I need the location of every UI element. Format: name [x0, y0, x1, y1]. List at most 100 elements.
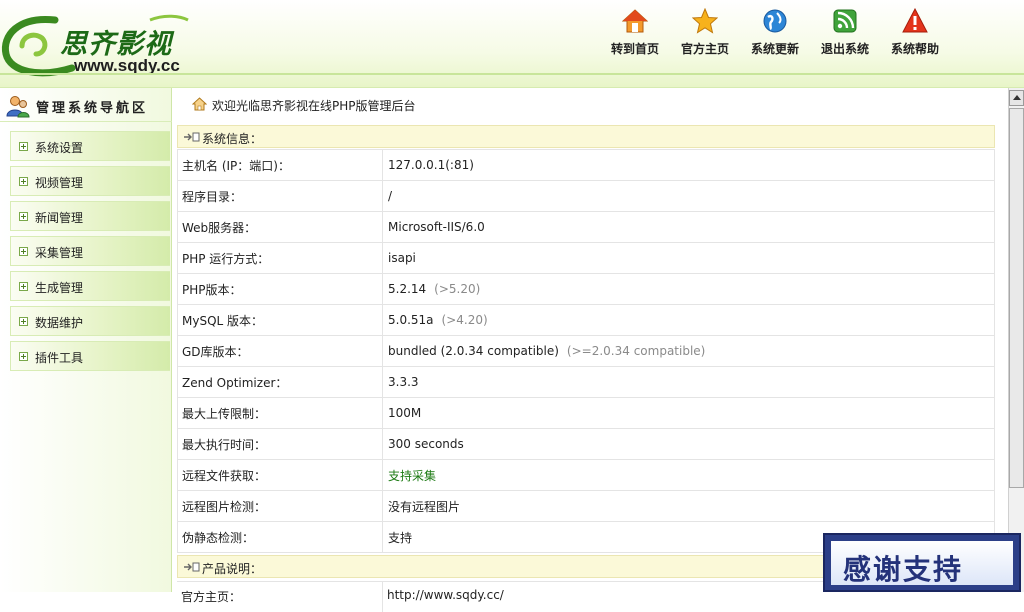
arrow-doc-icon	[184, 132, 200, 142]
arrow-doc-icon	[184, 562, 200, 572]
home-icon	[622, 9, 648, 33]
sidebar-item-data-maintenance[interactable]: 数据维护	[10, 306, 170, 336]
nav-help-button[interactable]: 系统帮助	[880, 8, 950, 60]
expand-icon	[19, 177, 28, 186]
info-value-cell: isapi	[382, 242, 995, 274]
breadcrumb-text: 欢迎光临思齐影视在线PHP版管理后台	[212, 99, 416, 113]
info-value: /	[388, 189, 393, 203]
info-value-cell: 127.0.0.1(:81)	[382, 149, 995, 181]
info-value-cell: 5.2.14 (>5.20)	[382, 273, 995, 305]
info-key: 官方主页：	[181, 590, 242, 604]
top-nav: 转到首页 官方主页 系统更新 退出系统 系统帮助	[600, 8, 950, 60]
table-row: MySQL 版本： 5.0.51a (>4.20)	[177, 304, 995, 336]
table-row: 最大上传限制： 100M	[177, 397, 995, 429]
nav-update-button[interactable]: 系统更新	[740, 8, 810, 60]
info-value: http://www.sqdy.cc/	[387, 588, 504, 602]
info-value: bundled (2.0.34 compatible)	[388, 344, 559, 358]
info-key: GD库版本：	[177, 335, 383, 367]
sidebar-title: 管理系统导航区	[36, 101, 149, 116]
table-row: Web服务器： Microsoft-IIS/6.0	[177, 211, 995, 243]
vertical-scrollbar[interactable]	[1008, 88, 1024, 592]
info-value-cell: 100M	[382, 397, 995, 429]
header: 思齐影视 www.sqdy.cc 转到首页 官方主页 系统更新 退出系统 系统帮…	[0, 0, 1024, 88]
product-info-title: 产品说明：	[202, 562, 263, 576]
info-key: PHP 运行方式：	[177, 242, 383, 274]
info-value-cell: 5.0.51a (>4.20)	[382, 304, 995, 336]
nav-home-label: 转到首页	[610, 42, 659, 56]
info-hint: (>=2.0.34 compatible)	[566, 344, 706, 358]
logo[interactable]: 思齐影视 www.sqdy.cc	[0, 6, 200, 80]
system-info-header: 系统信息：	[177, 125, 995, 148]
main-content: 欢迎光临思齐影视在线PHP版管理后台 系统信息： 主机名 (IP：端口)： 127…	[172, 88, 1008, 612]
system-info-table: 主机名 (IP：端口)： 127.0.0.1(:81) 程序目录： / Web服务器： M…	[177, 149, 995, 553]
info-value: 300 seconds	[388, 437, 464, 451]
table-row: 最大执行时间： 300 seconds	[177, 428, 995, 460]
home-small-icon	[192, 97, 207, 111]
thanks-badge[interactable]: 感谢支持	[823, 533, 1021, 592]
sidebar-item-generate-management[interactable]: 生成管理	[10, 271, 170, 301]
warning-icon	[902, 8, 928, 33]
scroll-up-arrow-icon[interactable]	[1009, 90, 1024, 106]
expand-icon	[19, 142, 28, 151]
info-value-cell: Microsoft-IIS/6.0	[382, 211, 995, 243]
info-key: Web服务器：	[177, 211, 383, 243]
nav-official-site-label: 官方主页	[680, 42, 729, 56]
nav-logout-button[interactable]: 退出系统	[810, 8, 880, 60]
info-value: 支持采集	[388, 468, 437, 483]
sidebar-item-video-management[interactable]: 视频管理	[10, 166, 170, 196]
nav-update-label: 系统更新	[750, 42, 799, 56]
sidebar-item-label: 系统设置	[35, 141, 84, 155]
info-key: PHP版本：	[177, 273, 383, 305]
cell-divider	[382, 582, 383, 612]
sidebar-item-label: 生成管理	[35, 281, 84, 295]
info-value: 3.3.3	[388, 375, 419, 389]
breadcrumb: 欢迎光临思齐影视在线PHP版管理后台	[172, 88, 1008, 120]
info-value: 5.2.14	[388, 282, 427, 296]
nav-official-site-button[interactable]: 官方主页	[670, 8, 740, 60]
info-key: 最大上传限制：	[177, 397, 383, 429]
info-key: 最大执行时间：	[177, 428, 383, 460]
table-row: Zend Optimizer： 3.3.3	[177, 366, 995, 398]
info-key: 伪静态检测：	[177, 521, 383, 553]
sidebar-item-label: 数据维护	[35, 316, 84, 330]
info-key: MySQL 版本：	[177, 304, 383, 336]
users-icon	[6, 96, 30, 118]
table-row: 远程图片检测： 没有远程图片	[177, 490, 995, 522]
info-value-cell: 没有远程图片	[382, 490, 995, 522]
nav-home-button[interactable]: 转到首页	[600, 8, 670, 60]
table-row: PHP 运行方式： isapi	[177, 242, 995, 274]
info-value: 127.0.0.1(:81)	[388, 158, 474, 172]
info-hint: (>4.20)	[441, 313, 488, 327]
table-row: 程序目录： /	[177, 180, 995, 212]
system-info-title: 系统信息：	[202, 132, 263, 146]
sidebar-header: 管理系统导航区	[0, 88, 172, 122]
info-value: Microsoft-IIS/6.0	[388, 220, 485, 234]
info-value: 100M	[388, 406, 422, 420]
info-key: Zend Optimizer：	[177, 366, 383, 398]
sidebar-item-label: 新闻管理	[35, 211, 84, 225]
info-value-cell: 300 seconds	[382, 428, 995, 460]
info-value-cell: bundled (2.0.34 compatible) (>=2.0.34 com…	[382, 335, 995, 367]
expand-icon	[19, 282, 28, 291]
star-icon	[692, 8, 718, 34]
table-row: 主机名 (IP：端口)： 127.0.0.1(:81)	[177, 149, 995, 181]
sidebar: 管理系统导航区 系统设置 视频管理 新闻管理 采集管理 生成管理 数据维护 插件…	[0, 88, 172, 592]
sidebar-item-system-settings[interactable]: 系统设置	[10, 131, 170, 161]
sidebar-item-collect-management[interactable]: 采集管理	[10, 236, 170, 266]
info-key: 远程图片检测：	[177, 490, 383, 522]
info-hint: (>5.20)	[434, 282, 481, 296]
nav-help-label: 系统帮助	[890, 42, 939, 56]
info-key: 程序目录：	[177, 180, 383, 212]
thanks-badge-inner: 感谢支持	[831, 541, 1013, 586]
info-value: 支持	[388, 530, 413, 545]
globe-icon	[763, 9, 787, 33]
rss-exit-icon	[833, 9, 857, 33]
sidebar-item-news-management[interactable]: 新闻管理	[10, 201, 170, 231]
info-value-cell: 3.3.3	[382, 366, 995, 398]
sidebar-item-label: 采集管理	[35, 246, 84, 260]
sidebar-item-plugin-tools[interactable]: 插件工具	[10, 341, 170, 371]
table-row: PHP版本： 5.2.14 (>5.20)	[177, 273, 995, 305]
scroll-thumb[interactable]	[1009, 108, 1024, 488]
expand-icon	[19, 212, 28, 221]
table-row: GD库版本： bundled (2.0.34 compatible) (>=2.0.…	[177, 335, 995, 367]
